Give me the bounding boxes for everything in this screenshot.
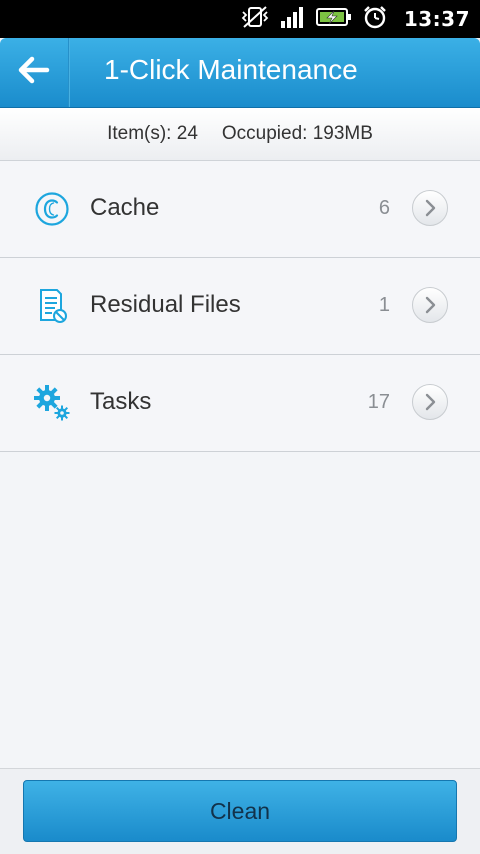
clock: 13:37: [403, 7, 470, 31]
screen: 13:37 1-Click Maintenance Item(s): 24 Oc…: [0, 0, 480, 854]
items-summary: Item(s): 24: [107, 123, 198, 145]
signal-icon: [280, 5, 306, 34]
chevron-right-icon[interactable]: [412, 190, 448, 226]
maintenance-list: Cache 6 Residual Files 1 Tasks 17: [0, 161, 480, 452]
list-item-label: Tasks: [90, 388, 152, 415]
residual-files-icon: [33, 288, 71, 324]
back-arrow-icon: [18, 56, 50, 89]
back-button[interactable]: [0, 38, 68, 107]
chevron-right-icon[interactable]: [412, 287, 448, 323]
list-item-tasks[interactable]: Tasks 17: [0, 355, 480, 452]
summary-bar: Item(s): 24 Occupied: 193MB: [0, 108, 480, 161]
bottom-action-bar: Clean: [0, 768, 480, 854]
clean-button[interactable]: Clean: [23, 780, 457, 842]
alarm-icon: [362, 5, 388, 34]
battery-charging-icon: [316, 5, 352, 34]
list-item-label: Residual Files: [90, 291, 241, 318]
cache-icon: [33, 191, 71, 227]
list-item-residual-files[interactable]: Residual Files 1: [0, 258, 480, 355]
occupied-label: Occupied:: [221, 123, 308, 144]
status-icons: [240, 5, 388, 34]
list-item-count: 1: [378, 294, 390, 316]
vibrate-off-icon: [240, 5, 270, 34]
app-header: 1-Click Maintenance: [0, 38, 480, 108]
occupied-summary: Occupied: 193MB: [222, 123, 373, 145]
gears-icon: [33, 385, 71, 421]
status-bar: 13:37: [0, 0, 480, 38]
list-item-cache[interactable]: Cache 6: [0, 161, 480, 258]
list-item-count: 6: [378, 197, 390, 219]
chevron-right-icon[interactable]: [412, 384, 448, 420]
items-value: 24: [176, 123, 198, 144]
list-item-label: Cache: [90, 194, 160, 221]
header-divider: [68, 38, 70, 107]
page-title: 1-Click Maintenance: [104, 54, 358, 85]
items-label: Item(s):: [107, 123, 172, 144]
occupied-value: 193MB: [312, 123, 373, 144]
list-item-count: 17: [367, 391, 390, 413]
